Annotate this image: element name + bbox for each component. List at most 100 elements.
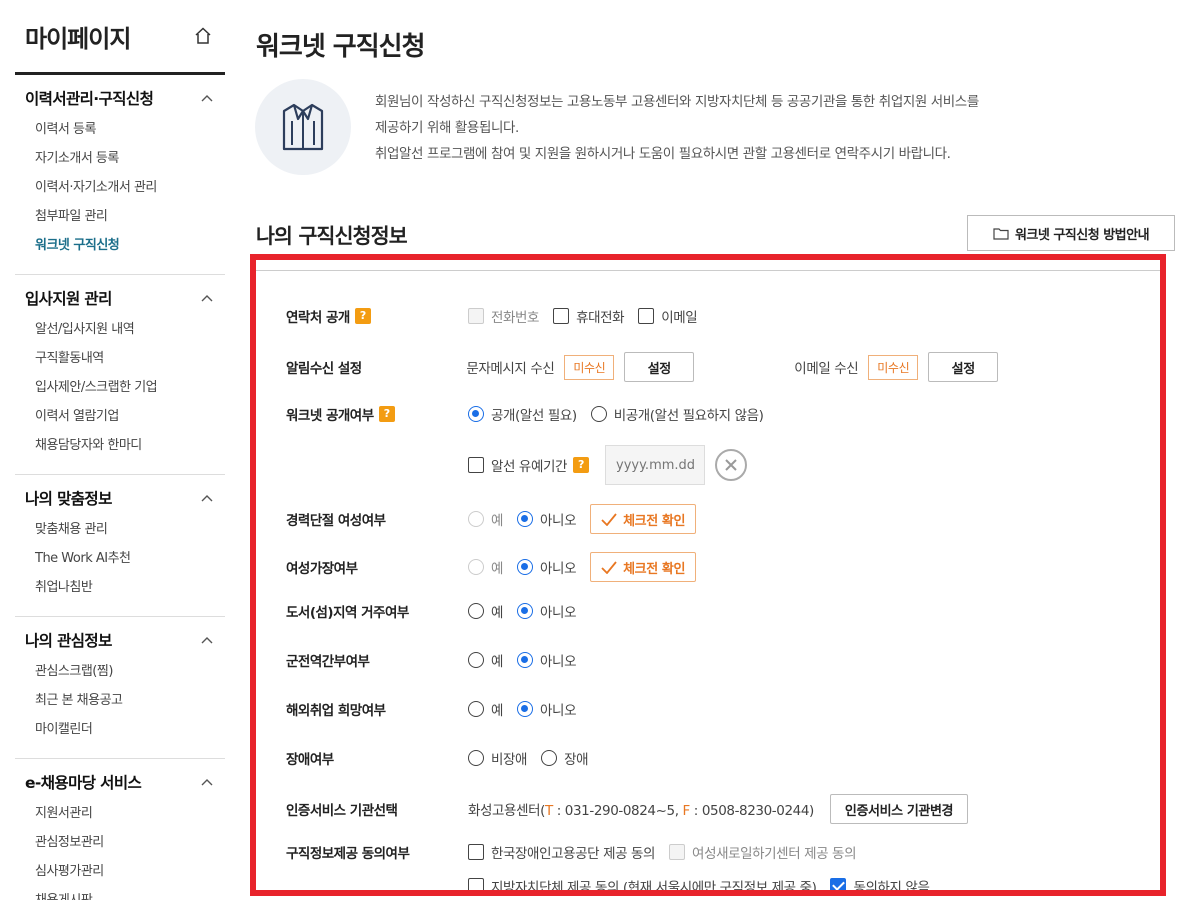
sidebar-item[interactable]: 입사제안/스크랩한 기업 (15, 373, 225, 402)
checkbox-grace-period[interactable]: 알선 유예기간 (468, 455, 567, 475)
radio-non-disabled[interactable]: 비장애 (468, 748, 527, 768)
radio-no[interactable]: 아니오 (517, 557, 576, 577)
radio-yes[interactable]: 예 (468, 699, 503, 719)
sidebar-item[interactable]: 채용게시판 (15, 886, 225, 900)
radio-yes[interactable]: 예 (468, 601, 503, 621)
sidebar-section: 나의 맞춤정보맞춤채용 관리 The Work AI추천 취업나침반 (15, 475, 225, 617)
radio-yes[interactable]: 예 (468, 650, 503, 670)
help-icon[interactable]: ? (378, 406, 395, 422)
row-grace-period: 알선 유예기간 ? (286, 445, 1160, 485)
sidebar-item[interactable]: The Work AI추천 (15, 544, 225, 573)
sidebar-section-header[interactable]: 나의 맞춤정보 (15, 487, 225, 509)
sidebar-section: 입사지원 관리알선/입사지원 내역 구직활동내역 입사제안/스크랩한 기업 이력서 열… (15, 275, 225, 475)
sidebar-section-header[interactable]: 이력서관리·구직신청 (15, 87, 225, 109)
shirt-icon (282, 103, 324, 151)
row-overseas: 해외취업 희망여부 예 아니오 (286, 699, 1160, 719)
sidebar-section-header[interactable]: e-채용마당 서비스 (15, 771, 225, 793)
intro-line: 제공하기 위해 활용됩니다. (375, 120, 519, 136)
row-notify: 알림수신 설정 문자메시지 수신 미수신 설정 이메일 수신 미수신 설정 (286, 352, 1160, 382)
sidebar-section: 나의 관심정보관심스크랩(찜) 최근 본 채용공고 마이캘린더 (15, 617, 225, 759)
chevron-up-icon[interactable] (201, 94, 213, 102)
row-disability: 장애여부 비장애 장애 (286, 748, 1160, 768)
row-female-head: 여성가장여부 예 아니오 체크전 확인 (286, 552, 1160, 582)
sidebar-item[interactable]: 지원서관리 (15, 799, 225, 828)
sidebar: 마이페이지 이력서관리·구직신청이력서 등록 자기소개서 등록 이력서·자기소개서 … (15, 0, 225, 900)
sidebar-section-header[interactable]: 입사지원 관리 (15, 287, 225, 309)
checkbox-email[interactable]: 이메일 (638, 306, 698, 326)
radio-public[interactable]: 공개(알선 필요) (468, 404, 577, 424)
checkbox-mobile[interactable]: 휴대전화 (553, 306, 625, 326)
radio-no[interactable]: 아니오 (517, 509, 576, 529)
guide-button[interactable]: 워크넷 구직신청 방법안내 (967, 215, 1175, 251)
radio-no[interactable]: 아니오 (517, 601, 576, 621)
help-icon[interactable]: ? (354, 308, 371, 324)
email-status-badge: 미수신 (868, 354, 919, 380)
chevron-up-icon[interactable] (201, 778, 213, 786)
row-label: 장애여부 (286, 752, 334, 768)
divider (256, 270, 1160, 271)
intro-line: 취업알선 프로그램에 참여 및 지원을 원하시거나 도움이 필요하시면 관할 고… (375, 146, 951, 162)
clear-date-button[interactable] (715, 449, 748, 481)
check-before-button[interactable]: 체크전 확인 (590, 552, 697, 582)
row-military: 군전역간부여부 예 아니오 (286, 650, 1160, 670)
radio-private[interactable]: 비공개(알선 필요하지 않음) (590, 404, 764, 424)
row-contact: 연락처 공개? 전화번호 휴대전화 이메일 (286, 306, 1160, 326)
cert-change-button[interactable]: 인증서비스 기관변경 (829, 794, 969, 824)
row-label: 해외취업 희망여부 (286, 703, 386, 719)
sidebar-item[interactable]: 마이캘린더 (15, 715, 225, 744)
chevron-up-icon[interactable] (201, 494, 213, 502)
email-label: 이메일 수신 (794, 361, 859, 377)
sidebar-item[interactable]: 최근 본 채용공고 (15, 686, 225, 715)
checkbox-phone: 전화번호 (468, 306, 539, 326)
sidebar-item[interactable]: 이력서 열람기업 (15, 402, 225, 431)
sidebar-item[interactable]: 이력서 등록 (15, 115, 225, 144)
email-settings-button[interactable]: 설정 (928, 352, 999, 382)
home-icon[interactable] (193, 26, 213, 46)
sidebar-item[interactable]: 자기소개서 등록 (15, 144, 225, 173)
sidebar-item[interactable]: 취업나침반 (15, 573, 225, 602)
sms-settings-button[interactable]: 설정 (624, 352, 695, 382)
sidebar-item[interactable]: 구직활동내역 (15, 344, 225, 373)
sidebar-item[interactable]: 알선/입사지원 내역 (15, 315, 225, 344)
guide-button-label: 워크넷 구직신청 방법안내 (1014, 227, 1150, 243)
row-label: 연락처 공개? (286, 306, 468, 326)
row-label: 워크넷 공개여부? (286, 404, 468, 424)
sidebar-item[interactable]: 맞춤채용 관리 (15, 515, 225, 544)
sidebar-section-title: 나의 맞춤정보 (25, 490, 112, 508)
radio-no[interactable]: 아니오 (517, 699, 576, 719)
row-cert: 인증서비스 기관선택 화성고용센터(T : 031-290-0824~5, F … (286, 794, 1160, 824)
sms-status-badge: 미수신 (564, 354, 615, 380)
row-consent: 구직정보제공 동의여부 한국장애인고용공단 제공 동의 여성새로일하기센터 제공… (286, 842, 1160, 862)
sidebar-title: 마이페이지 (25, 24, 131, 53)
page-title: 워크넷 구직신청 (256, 32, 425, 62)
sidebar-item[interactable]: 채용담당자와 한마디 (15, 431, 225, 460)
grace-date-input[interactable] (605, 445, 706, 485)
folder-icon (993, 227, 1009, 240)
row-island: 도서(섬)지역 거주여부 예 아니오 (286, 601, 1160, 621)
sidebar-section: 이력서관리·구직신청이력서 등록 자기소개서 등록 이력서·자기소개서 관리 첨부파일… (15, 75, 225, 275)
sidebar-item[interactable]: 첨부파일 관리 (15, 202, 225, 231)
sidebar-item[interactable]: 관심정보관리 (15, 828, 225, 857)
checkbox-disability-agency[interactable]: 한국장애인고용공단 제공 동의 (468, 842, 655, 862)
sidebar-item[interactable]: 이력서·자기소개서 관리 (15, 173, 225, 202)
check-before-button[interactable]: 체크전 확인 (590, 504, 697, 534)
radio-disabled[interactable]: 장애 (541, 748, 589, 768)
checkbox-local-gov[interactable]: 지방자치단체 제공 동의 (현재 서울시에만 구직정보 제공 중) (468, 876, 817, 890)
sidebar-item[interactable]: 관심스크랩(찜) (15, 657, 225, 686)
row-label: 군전역간부여부 (286, 654, 370, 670)
sidebar-section-title: 이력서관리·구직신청 (25, 90, 154, 108)
row-label: 여성가장여부 (286, 561, 358, 577)
row-career-break: 경력단절 여성여부 예 아니오 체크전 확인 (286, 504, 1160, 534)
sidebar-header: 마이페이지 (15, 0, 225, 75)
checkbox-women-center: 여성새로일하기센터 제공 동의 (669, 842, 856, 862)
chevron-up-icon[interactable] (201, 636, 213, 644)
sidebar-item[interactable]: 심사평가관리 (15, 857, 225, 886)
sidebar-item[interactable]: 워크넷 구직신청 (15, 231, 225, 260)
help-icon[interactable]: ? (573, 457, 590, 473)
sidebar-section-header[interactable]: 나의 관심정보 (15, 629, 225, 651)
row-label: 도서(섬)지역 거주여부 (286, 605, 409, 621)
radio-no[interactable]: 아니오 (517, 650, 576, 670)
checkbox-no-consent[interactable]: 동의하지 않음 (830, 876, 930, 890)
chevron-up-icon[interactable] (201, 294, 213, 302)
section-title: 나의 구직신청정보 (256, 224, 408, 248)
